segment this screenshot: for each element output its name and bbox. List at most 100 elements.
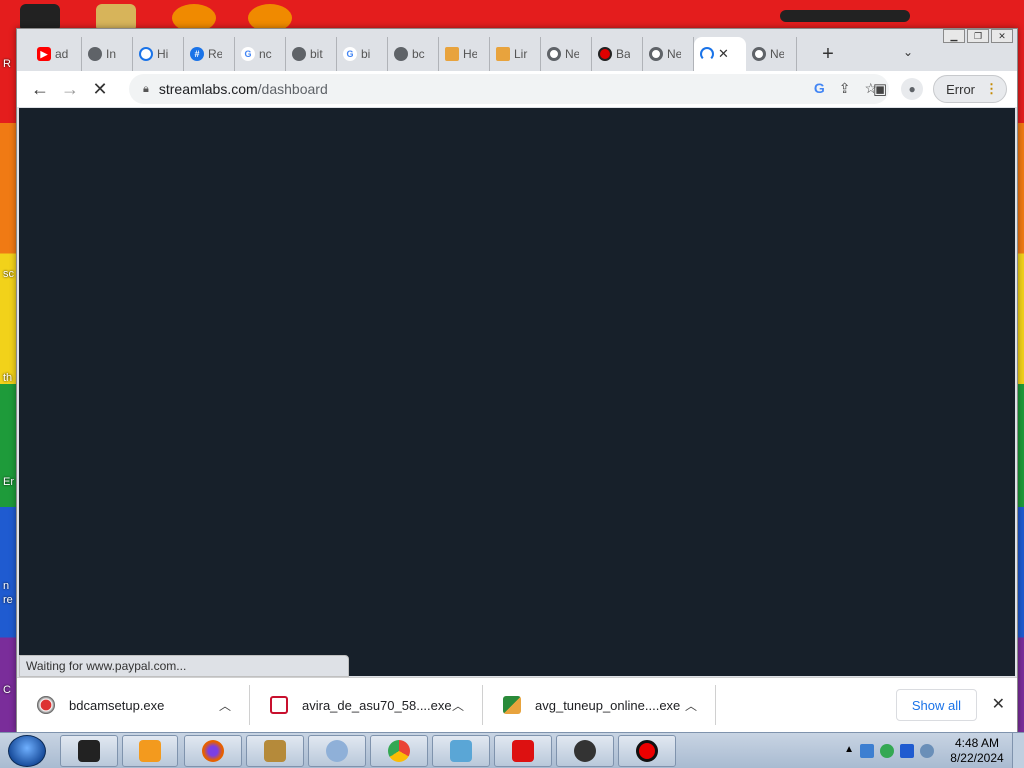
taskbar-app-button[interactable]: [432, 735, 490, 767]
folder-icon: [496, 47, 510, 61]
monitor-icon[interactable]: [900, 744, 914, 758]
tab-title: Ne: [565, 47, 579, 61]
start-button[interactable]: [8, 735, 46, 767]
chevron-up-icon[interactable]: ︿: [452, 697, 464, 714]
tab[interactable]: Lir: [490, 37, 541, 71]
tab-title: Ne: [667, 47, 681, 61]
taskbar-app-button[interactable]: [184, 735, 242, 767]
clock[interactable]: 4:48 AM 8/22/2024: [942, 736, 1012, 766]
download-filename: avg_tuneup_online....exe: [535, 697, 681, 713]
taskbar-app-button[interactable]: [308, 735, 366, 767]
show-all-button[interactable]: Show all: [895, 689, 977, 721]
tab[interactable]: G bi: [337, 37, 388, 71]
blue-app-icon: [450, 740, 472, 762]
tab[interactable]: Ne: [746, 37, 797, 71]
tab-search-icon[interactable]: ⌄: [903, 45, 913, 59]
chevron-up-icon[interactable]: ︿: [219, 697, 231, 714]
browser-window: ▁ ❐ ✕ ▶ ad In Hi # Re G nc bit G bi bc H…: [16, 28, 1018, 732]
tab-title: Hi: [157, 47, 169, 61]
avira-icon: [512, 740, 534, 762]
chrome-icon: [752, 47, 766, 61]
tab-active[interactable]: ✕: [694, 37, 746, 71]
google-translate-icon[interactable]: G: [814, 80, 825, 97]
taskbar-app-button[interactable]: [618, 735, 676, 767]
back-button[interactable]: ←: [25, 79, 55, 100]
show-hidden-icons-icon[interactable]: ▲: [844, 744, 854, 758]
tab[interactable]: # Re: [184, 37, 235, 71]
tab[interactable]: He: [439, 37, 490, 71]
network-icon[interactable]: [860, 744, 874, 758]
error-button[interactable]: Error ⋮: [933, 75, 1007, 103]
tab[interactable]: In: [82, 37, 133, 71]
tab[interactable]: bit: [286, 37, 337, 71]
avg-file-icon: [503, 696, 521, 714]
show-desktop-button[interactable]: [1012, 733, 1024, 768]
url-host: streamlabs.com: [158, 81, 258, 97]
clock-date: 8/22/2024: [950, 751, 1004, 765]
taskbar-app-button[interactable]: [122, 735, 178, 767]
tab-title: bit: [310, 47, 323, 61]
tab-title: bc: [412, 47, 425, 61]
tab[interactable]: Ne: [643, 37, 694, 71]
chrome-icon: [649, 47, 663, 61]
desktop-label: Er: [3, 476, 14, 488]
desktop-label: C: [3, 684, 11, 696]
stop-loading-button[interactable]: ✕: [85, 79, 115, 100]
share-icon[interactable]: ⇪: [839, 80, 851, 97]
google-icon: G: [343, 47, 357, 61]
recorder-icon: [636, 740, 658, 762]
error-label: Error: [946, 81, 975, 97]
globe-icon: [394, 47, 408, 61]
firefox-icon: [202, 740, 224, 762]
close-tab-icon[interactable]: ✕: [718, 46, 729, 62]
chevron-up-icon[interactable]: ︿: [685, 697, 697, 714]
tab-title: He: [463, 47, 477, 61]
desktop-label: sc: [3, 268, 14, 280]
tab-strip: ▶ ad In Hi # Re G nc bit G bi bc He Lir …: [17, 37, 1017, 71]
new-tab-button[interactable]: +: [813, 43, 843, 66]
address-bar[interactable]: 🔒︎ streamlabs.com/dashboard G ⇪ ☆: [129, 74, 889, 104]
download-item[interactable]: avira_de_asu70_58....exe ︿: [250, 685, 483, 725]
taskbar-app-button[interactable]: [494, 735, 552, 767]
download-filename: avira_de_asu70_58....exe: [302, 697, 452, 713]
close-shelf-icon[interactable]: ✕: [992, 694, 1005, 714]
media-player-icon: [139, 740, 161, 762]
loading-spinner-icon: [700, 47, 714, 61]
avira-file-icon: [270, 696, 288, 714]
desktop-label: th: [3, 372, 13, 384]
youtube-icon: ▶: [37, 47, 51, 61]
tab[interactable]: Ba: [592, 37, 643, 71]
obs-icon: [574, 740, 596, 762]
chrome-tray-icon[interactable]: [880, 744, 894, 758]
history-icon: [139, 47, 153, 61]
chrome-icon: [547, 47, 561, 61]
lock-icon[interactable]: 🔒︎: [143, 83, 149, 96]
desktop-icon[interactable]: [780, 10, 910, 22]
box-app-icon: [264, 740, 286, 762]
tab[interactable]: Hi: [133, 37, 184, 71]
tab-title: bi: [361, 47, 371, 61]
taskbar-app-button[interactable]: [60, 735, 118, 767]
taskbar-app-button[interactable]: [370, 735, 428, 767]
globe-icon: [292, 47, 306, 61]
tab-title: Lir: [514, 47, 528, 61]
download-item[interactable]: bdcamsetup.exe ︿: [17, 685, 250, 725]
download-item[interactable]: avg_tuneup_online....exe ︿: [483, 685, 716, 725]
forward-button[interactable]: →: [55, 79, 85, 100]
tab[interactable]: bc: [388, 37, 439, 71]
globe-icon: [88, 47, 102, 61]
tab[interactable]: ▶ ad: [31, 37, 82, 71]
folder-icon: [445, 47, 459, 61]
tab-title: Re: [208, 47, 222, 61]
tab-title: ad: [55, 47, 69, 61]
speaker-icon[interactable]: [920, 744, 934, 758]
taskbar-app-button[interactable]: [556, 735, 614, 767]
profile-avatar-icon[interactable]: ●: [901, 78, 924, 100]
desktop-label: n: [3, 580, 10, 592]
chrome-icon: [388, 740, 410, 762]
tab[interactable]: Ne: [541, 37, 592, 71]
tab[interactable]: G nc: [235, 37, 286, 71]
side-panel-icon[interactable]: ▣: [869, 80, 891, 98]
taskbar-app-button[interactable]: [246, 735, 304, 767]
download-filename: bdcamsetup.exe: [69, 697, 165, 713]
